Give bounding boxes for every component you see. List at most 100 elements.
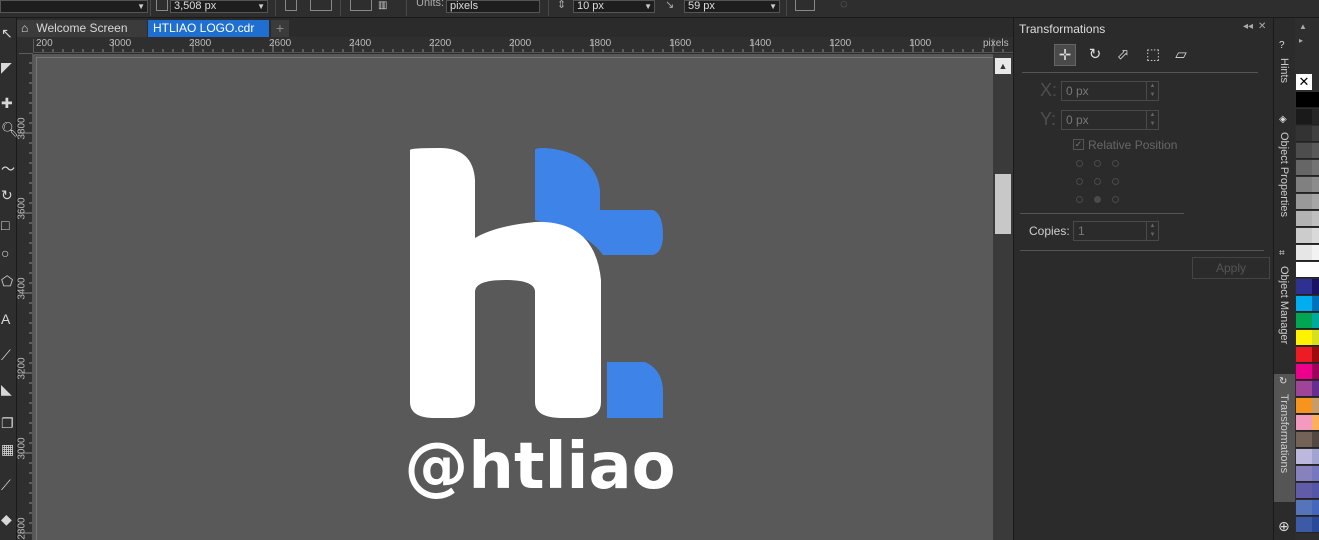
tab-hints[interactable]: ? Hints [1274,38,1296,116]
portrait-icon[interactable] [285,0,297,11]
horizontal-ruler[interactable]: 200 3000 2800 2600 2400 2200 2000 1800 1… [33,37,1013,53]
x-spinner[interactable]: ▲ ▼ [1146,82,1158,100]
all-pages-icon[interactable] [350,0,372,11]
connector-tool-icon[interactable]: ◣ [0,378,17,400]
color-swatch[interactable] [1312,177,1319,193]
color-swatch[interactable] [1312,279,1319,295]
shape-tool-icon[interactable]: ◤ [0,56,17,78]
add-docker-icon[interactable]: ⊕ [1278,518,1290,535]
palette-menu-icon[interactable]: ▸ [1299,36,1303,45]
transparency-tool-icon[interactable]: ▦ [0,438,17,460]
color-swatch[interactable] [1296,279,1312,295]
copies-input[interactable]: 1 ▲ ▼ [1073,221,1159,241]
drop-shadow-icon[interactable]: ❐ [0,412,17,434]
tab-object-properties[interactable]: ◈ Object Properties [1274,112,1296,252]
color-swatch[interactable] [1312,92,1319,108]
color-swatch[interactable] [1312,432,1319,448]
color-swatch[interactable] [1296,228,1312,244]
help-icon[interactable]: ◌ [840,0,848,11]
color-swatch[interactable] [1312,483,1319,499]
pick-tool-icon[interactable]: ↖ [0,22,17,44]
scrollbar-thumb[interactable] [995,174,1011,234]
color-swatch[interactable] [1312,500,1319,516]
color-swatch[interactable] [1312,296,1319,312]
color-swatch[interactable] [1296,466,1312,482]
color-swatch[interactable] [1296,398,1312,414]
color-swatch[interactable] [1296,483,1312,499]
color-swatch[interactable] [1312,364,1319,380]
anchor-top-center[interactable] [1094,160,1101,167]
artistic-media-icon[interactable]: ↻ [0,184,17,206]
relative-position-checkbox[interactable]: ✓ [1073,139,1084,150]
color-swatch[interactable] [1312,228,1319,244]
polygon-tool-icon[interactable]: ⬠ [0,270,17,292]
color-swatch[interactable] [1312,194,1319,210]
anchor-top-right[interactable] [1112,160,1119,167]
color-swatch[interactable] [1312,398,1319,414]
color-swatch[interactable] [1312,466,1319,482]
anchor-middle-right[interactable] [1112,178,1119,185]
skew-mode-icon[interactable]: ▱ [1170,44,1192,66]
color-swatch[interactable] [1296,381,1312,397]
size-mode-icon[interactable]: ⬚ [1142,44,1164,66]
color-swatch[interactable] [1312,347,1319,363]
vertical-scrollbar[interactable]: ▲ [993,54,1013,540]
color-swatch[interactable] [1312,126,1319,142]
page-options-icon[interactable] [795,0,815,11]
freehand-tool-icon[interactable]: 〜 [0,158,17,180]
apply-button[interactable]: Apply [1192,257,1270,279]
color-swatch[interactable] [1296,415,1312,431]
scroll-up-button[interactable]: ▲ [995,58,1011,74]
color-swatch[interactable] [1312,211,1319,227]
x-position-input[interactable]: 0 px ▲ ▼ [1061,81,1159,101]
y-position-input[interactable]: 0 px ▲ ▼ [1061,110,1159,130]
color-swatch[interactable] [1296,126,1312,142]
zoom-tool-icon[interactable]: 🔍︎ [0,118,19,140]
color-swatch[interactable] [1296,245,1312,261]
anchor-bottom-center[interactable] [1094,196,1101,203]
ruler-origin[interactable] [17,37,33,53]
color-swatch[interactable] [1296,177,1312,193]
anchor-center[interactable] [1094,178,1101,185]
tab-transformations[interactable]: ↻ Transformations [1274,374,1296,502]
color-swatch[interactable] [1296,92,1312,108]
color-swatch[interactable] [1312,143,1319,159]
copies-spinner[interactable]: ▲ ▼ [1146,222,1158,240]
ellipse-tool-icon[interactable]: ○ [0,242,17,264]
color-swatch[interactable] [1296,432,1312,448]
color-swatch[interactable] [1296,109,1312,125]
palette-scroll-up-icon[interactable]: ▲ [1299,22,1307,31]
fill-tool-icon[interactable]: ◆ [0,508,17,530]
text-tool-icon[interactable]: A [0,308,17,330]
close-icon[interactable]: ✕ [1258,21,1266,32]
color-swatch[interactable] [1312,381,1319,397]
current-page-icon[interactable]: ▥ [378,0,398,11]
new-tab-button[interactable]: + [271,20,289,37]
duplicate-y-field[interactable]: 59 px ▼ [684,0,780,13]
color-swatch[interactable] [1312,330,1319,346]
scale-mirror-icon[interactable]: ⬀ [1112,44,1134,66]
color-swatch[interactable] [1296,364,1312,380]
color-swatch[interactable] [1312,313,1319,329]
color-swatch[interactable] [1296,296,1312,312]
color-swatch[interactable] [1296,160,1312,176]
color-swatch[interactable] [1312,109,1319,125]
units-select[interactable]: pixels [446,0,540,13]
color-swatch[interactable] [1296,194,1312,210]
page-width-field[interactable]: 3,508 px ▼ [170,0,268,13]
color-swatch[interactable] [1312,160,1319,176]
anchor-top-left[interactable] [1076,160,1083,167]
color-swatch[interactable] [1296,500,1312,516]
crop-tool-icon[interactable]: ✚ [0,92,17,114]
anchor-bottom-right[interactable] [1112,196,1119,203]
position-mode-icon[interactable]: ✛ [1054,44,1076,66]
color-swatch[interactable] [1312,245,1319,261]
color-swatch[interactable] [1312,449,1319,465]
color-swatch[interactable] [1296,143,1312,159]
color-swatch[interactable] [1296,313,1312,329]
anchor-middle-left[interactable] [1076,178,1083,185]
nudge-field[interactable]: 10 px ▼ [573,0,655,13]
color-swatch[interactable] [1296,347,1312,363]
parallel-dimension-icon[interactable]: ⟋ [0,344,17,366]
anchor-bottom-left[interactable] [1076,196,1083,203]
